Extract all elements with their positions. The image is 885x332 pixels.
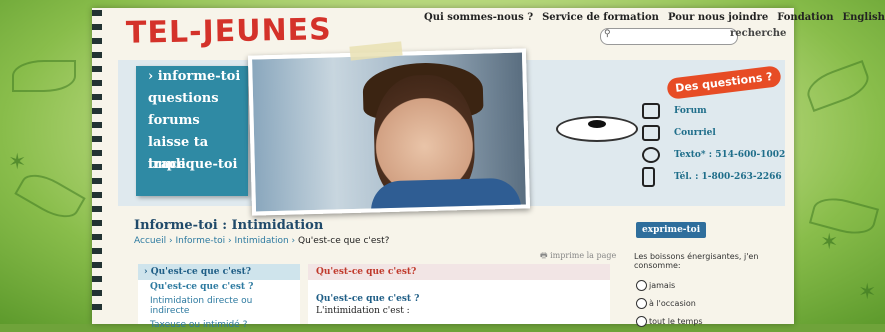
- poll-panel: exprime-toi Les boissons énergisantes, j…: [622, 218, 790, 327]
- nav-pour-nous-joindre[interactable]: Pour nous joindre: [668, 12, 768, 23]
- contact-courriel[interactable]: Courriel: [642, 122, 785, 144]
- poll-option-label: à l'occasion: [649, 299, 696, 308]
- menu-laisse-ta-trace[interactable]: laisse ta trace: [136, 132, 248, 172]
- breadcrumb-informe-toi[interactable]: Informe-toi: [176, 236, 226, 246]
- contact-courriel-label[interactable]: Courriel: [674, 128, 716, 138]
- content-subtitle: Qu'est-ce que c'est ?: [316, 294, 420, 304]
- breadcrumb-intimidation[interactable]: Intimidation: [235, 236, 289, 246]
- section-nav-item[interactable]: Taxeuse ou intimidé ?: [138, 318, 300, 332]
- exprime-toi-badge: exprime-toi: [636, 222, 707, 238]
- star-icon: ✶: [858, 280, 877, 305]
- contact-telephone-label[interactable]: Tél. : 1-800-263-2266: [674, 172, 782, 182]
- breadcrumb-separator: ›: [291, 236, 296, 246]
- menu-implique-toi[interactable]: implique-toi: [136, 154, 248, 176]
- content-text: L'intimidation c'est :: [316, 306, 410, 316]
- print-label[interactable]: imprime la page: [550, 251, 616, 260]
- star-icon: ✶: [8, 150, 27, 175]
- nav-qui-sommes-nous[interactable]: Qui sommes-nous ?: [424, 12, 533, 23]
- poll-option-occasion[interactable]: à l'occasion: [636, 298, 696, 309]
- poll-option-tout-le-temps[interactable]: tout le temps: [636, 316, 703, 327]
- poll-option-jamais[interactable]: jamais: [636, 280, 675, 291]
- banner-photo: [247, 48, 531, 216]
- section-nav-item[interactable]: Qu'est-ce que c'est ?: [138, 280, 300, 294]
- radio-button[interactable]: [636, 316, 647, 327]
- monitor-icon: [642, 103, 660, 119]
- notebook-rings: [92, 10, 102, 310]
- nav-service-formation[interactable]: Service de formation: [542, 12, 659, 23]
- chat-icon: [642, 147, 660, 163]
- section-nav: › Qu'est-ce que c'est? Qu'est-ce que c'e…: [138, 264, 300, 330]
- breadcrumb-separator: ›: [228, 236, 232, 246]
- site-logo[interactable]: TEL-JEUNES: [126, 12, 332, 51]
- menu-forums[interactable]: forums: [136, 110, 248, 132]
- menu-questions[interactable]: questions: [136, 88, 248, 110]
- star-icon: ✶: [820, 230, 839, 255]
- search-button[interactable]: recherche: [730, 28, 786, 39]
- nav-english[interactable]: English: [843, 12, 885, 23]
- breadcrumb-separator: ›: [169, 236, 173, 246]
- poll-option-label: tout le temps: [649, 317, 703, 326]
- main-menu: › informe-toi questions forums laisse ta…: [136, 66, 248, 196]
- nav-fondation[interactable]: Fondation: [777, 12, 833, 23]
- page-title: Informe-toi : Intimidation: [134, 218, 324, 233]
- phone-icon: [642, 167, 655, 187]
- contact-forum[interactable]: Forum: [642, 100, 785, 122]
- leaf-decoration: [12, 60, 76, 92]
- menu-informe-toi[interactable]: › informe-toi: [136, 66, 248, 88]
- poll-question: Les boissons énergisantes, j'en consomme…: [634, 252, 759, 270]
- contact-list: Forum Courriel Texto* : 514-600-1002 Tél…: [642, 100, 785, 188]
- poll-option-label: jamais: [649, 281, 676, 290]
- print-link[interactable]: 🖶 imprime la page: [540, 250, 616, 264]
- section-nav-item[interactable]: Intimidation directe ou indirecte: [138, 294, 300, 318]
- contact-texto-label[interactable]: Texto* : 514-600-1002: [674, 150, 785, 160]
- breadcrumb-accueil[interactable]: Accueil: [134, 236, 166, 246]
- content-header: Qu'est-ce que c'est?: [308, 264, 610, 280]
- lips-icon: [556, 116, 638, 142]
- top-navigation: Qui sommes-nous ? Service de formation P…: [424, 12, 885, 23]
- radio-button[interactable]: [636, 298, 647, 309]
- main-content: Qu'est-ce que c'est? Qu'est-ce que c'est…: [308, 264, 610, 324]
- search-input[interactable]: [600, 28, 738, 45]
- contact-texto[interactable]: Texto* : 514-600-1002: [642, 144, 785, 166]
- breadcrumb-current: Qu'est-ce que c'est?: [298, 236, 390, 246]
- search-icon: ⚲: [604, 29, 611, 39]
- section-nav-header[interactable]: › Qu'est-ce que c'est?: [138, 264, 300, 280]
- contact-telephone[interactable]: Tél. : 1-800-263-2266: [642, 166, 785, 188]
- breadcrumb: Accueil › Informe-toi › Intimidation › Q…: [134, 236, 389, 246]
- radio-button[interactable]: [636, 280, 647, 291]
- envelope-icon: [642, 125, 660, 141]
- contact-forum-label[interactable]: Forum: [674, 106, 707, 116]
